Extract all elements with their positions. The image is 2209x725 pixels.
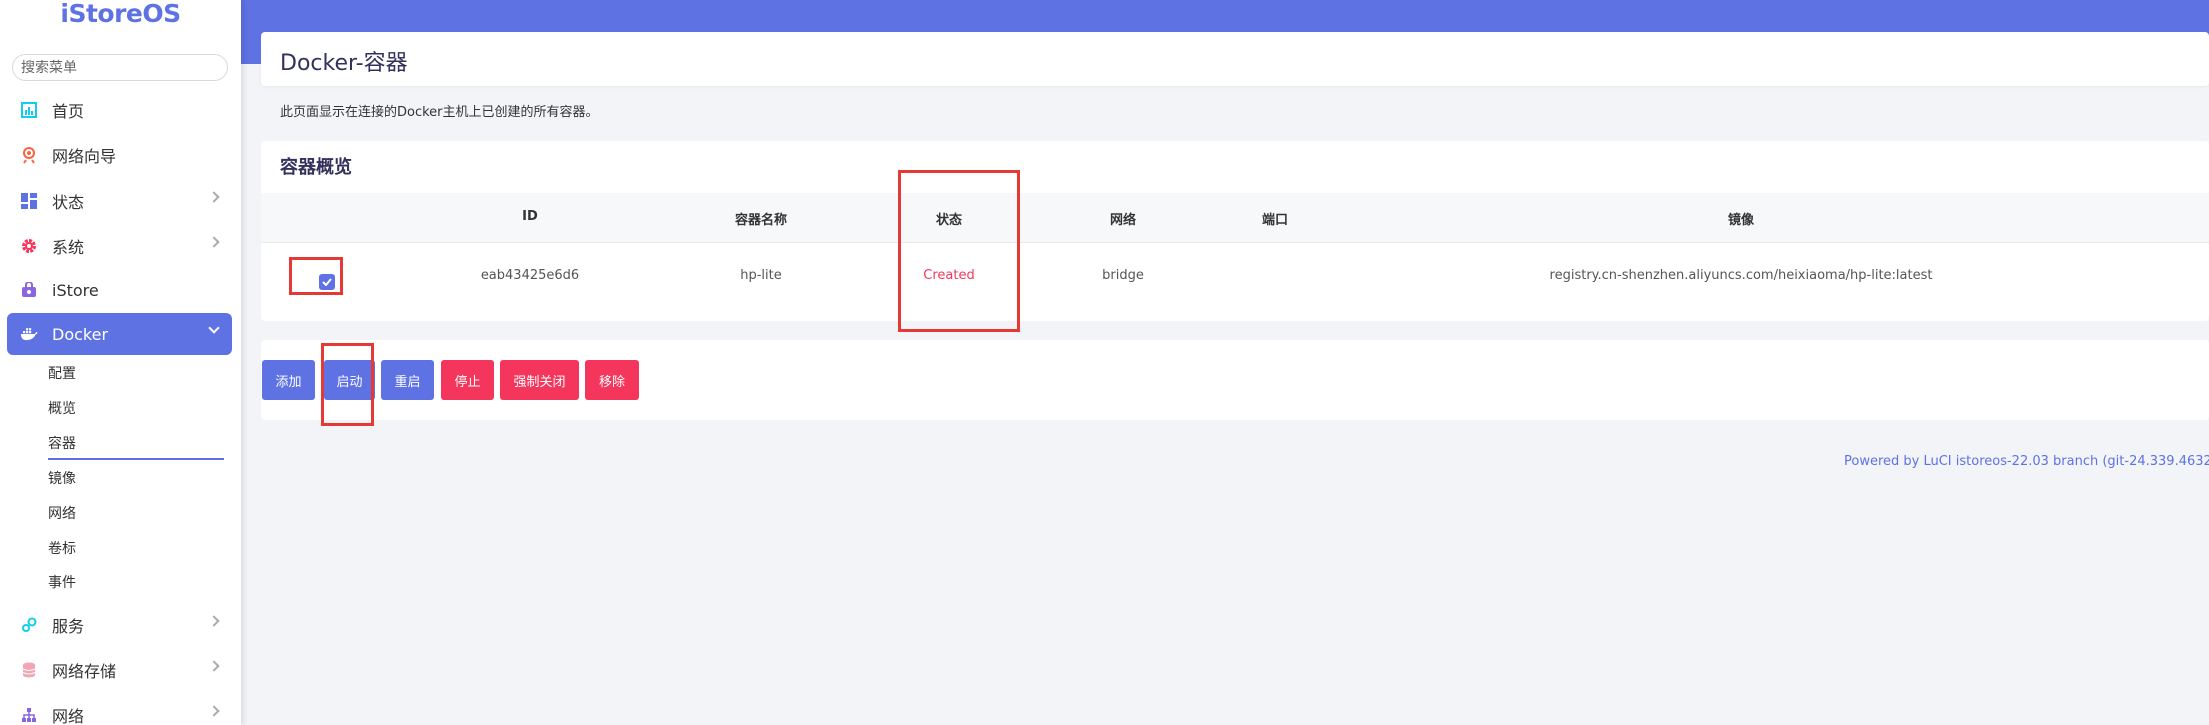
restart-button[interactable]: 重启: [381, 360, 434, 400]
sidebar-item-label: 网络存储: [52, 662, 117, 681]
sidebar-item-services[interactable]: 服务: [7, 605, 232, 645]
bag-icon: [20, 281, 38, 299]
chart-icon: [20, 101, 38, 119]
remove-button[interactable]: 移除: [585, 360, 639, 400]
sidebar-item-status[interactable]: 状态: [7, 181, 232, 221]
sidebar: iStoreOS 首页 网络向导 状态 系统 iStore: [0, 0, 241, 725]
highlight-box-checkbox: [289, 257, 343, 295]
docker-icon: [20, 325, 38, 343]
active-subitem-indicator: [48, 458, 224, 460]
search-menu-input[interactable]: [12, 54, 228, 81]
section-title: 容器概览: [280, 157, 352, 178]
sidebar-item-label: 服务: [52, 617, 85, 636]
column-header-id: ID: [522, 209, 538, 224]
sidebar-item-wizard[interactable]: 网络向导: [7, 135, 232, 175]
sidebar-item-label: iStore: [52, 280, 99, 300]
sidebar-item-istore[interactable]: iStore: [7, 270, 232, 310]
table-row[interactable]: eab43425e6d6 hp-lite Created bridge regi…: [261, 243, 2209, 311]
rocket-icon: [20, 146, 38, 164]
sidebar-item-docker[interactable]: Docker: [7, 313, 232, 355]
column-header-image: 镜像: [1727, 213, 1755, 228]
chevron-right-icon: [208, 615, 220, 627]
chevron-right-icon: [208, 705, 220, 717]
column-header-network: 网络: [1109, 213, 1137, 228]
sidebar-item-home[interactable]: 首页: [7, 90, 232, 130]
sidebar-item-label: 网络: [52, 707, 85, 725]
table-header: ID 容器名称 状态 网络 端口 镜像: [261, 193, 2209, 243]
stop-button[interactable]: 停止: [441, 360, 494, 400]
database-icon: [20, 661, 38, 679]
sidebar-item-network[interactable]: 网络: [7, 695, 232, 725]
sidebar-subitem-images[interactable]: 镜像: [48, 469, 76, 489]
highlight-box-status: [898, 170, 1020, 332]
network-icon: [20, 706, 38, 724]
sidebar-item-label: 状态: [52, 193, 85, 212]
container-overview-card: 容器概览 ID 容器名称 状态 网络 端口 镜像 eab43425e6d6 hp…: [261, 141, 2209, 321]
cell-id: eab43425e6d6: [480, 268, 580, 283]
actions-card: 添加 启动 重启 停止 强制关闭 移除: [261, 340, 2209, 420]
sidebar-subitem-volumes[interactable]: 卷标: [48, 539, 76, 559]
highlight-box-start: [321, 343, 374, 426]
page-description: 此页面显示在连接的Docker主机上已创建的所有容器。: [280, 105, 599, 120]
kill-button[interactable]: 强制关闭: [500, 360, 579, 400]
sidebar-item-label: 首页: [52, 102, 85, 121]
page-title-card: Docker-容器: [261, 32, 2209, 86]
sidebar-subitem-containers[interactable]: 容器: [48, 434, 76, 454]
services-icon: [20, 616, 38, 634]
sidebar-item-label: Docker: [52, 324, 109, 344]
cell-network: bridge: [1102, 268, 1144, 283]
cell-name: hp-lite: [740, 268, 782, 283]
sidebar-subitem-config[interactable]: 配置: [48, 364, 76, 384]
chevron-right-icon: [208, 660, 220, 672]
add-button[interactable]: 添加: [262, 360, 315, 400]
column-header-name: 容器名称: [734, 213, 788, 228]
column-header-ports: 端口: [1262, 213, 1289, 228]
chevron-right-icon: [208, 236, 220, 248]
cell-image: registry.cn-shenzhen.aliyuncs.com/heixia…: [1549, 268, 1933, 283]
brand-logo[interactable]: iStoreOS: [0, 0, 241, 28]
dashboard-icon: [20, 192, 38, 210]
chevron-down-icon: [208, 322, 220, 334]
sidebar-item-system[interactable]: 系统: [7, 226, 232, 266]
sidebar-subitem-overview[interactable]: 概览: [48, 399, 76, 419]
sidebar-subitem-networks[interactable]: 网络: [48, 504, 76, 524]
sidebar-item-label: 系统: [52, 238, 85, 257]
sidebar-item-label: 网络向导: [52, 147, 117, 166]
sidebar-subitem-events[interactable]: 事件: [48, 573, 76, 593]
page-title: Docker-容器: [280, 51, 408, 76]
sidebar-item-nas[interactable]: 网络存储: [7, 650, 232, 690]
chevron-right-icon: [208, 191, 220, 203]
footer-powered-by[interactable]: Powered by LuCI istoreos-22.03 branch (g…: [1844, 454, 2209, 469]
gear-icon: [20, 237, 38, 255]
